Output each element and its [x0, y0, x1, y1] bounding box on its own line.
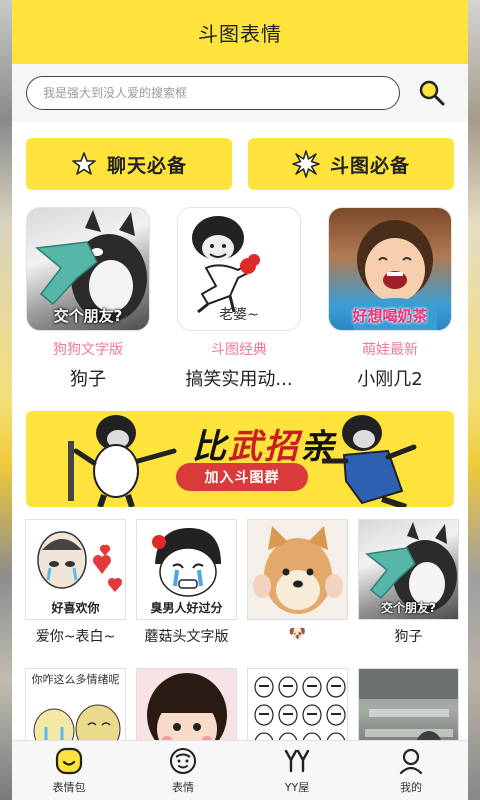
search-input[interactable] [43, 86, 399, 100]
pack-caption: 交个朋友? [53, 307, 123, 325]
pack-caption: 老婆~ [219, 307, 259, 323]
sticker-pack-name: 蘑菇头文字版 [144, 629, 229, 645]
pack-thumbnail: 交个朋友? [26, 207, 150, 331]
search-box[interactable] [26, 76, 400, 110]
join-group-button[interactable]: 加入斗图群 [176, 463, 308, 491]
banner-title-part-2: 武招 [228, 427, 300, 467]
nav-label: YY屋 [284, 781, 310, 794]
sticker-thumbnail: 交个朋友? [358, 519, 459, 620]
sticker-pack-confess[interactable]: 好喜欢你 爱你~表白~ [25, 519, 126, 646]
chat-essentials-button[interactable]: 聊天必备 [26, 138, 232, 190]
featured-pack-kid[interactable]: 好想喝奶茶 萌娃最新 小刚几2 [328, 207, 452, 391]
pack-caption: 好想喝奶茶 [352, 307, 428, 325]
app-title: 斗图表情 [198, 21, 282, 46]
star-outline-icon [72, 152, 96, 175]
pack-name: 小刚几2 [357, 369, 423, 390]
sticker-caption: 好喜欢你 [51, 601, 100, 615]
sticker-pack-mushroom[interactable]: 臭男人好过分 蘑菇头文字版 [136, 519, 237, 646]
shiba-dog-image [253, 526, 343, 614]
panda-fighter-right-image [322, 415, 417, 507]
bottom-nav: 表情包 表情 YY屋 我的 [12, 740, 468, 800]
pack-thumbnail: 好想喝奶茶 [328, 207, 452, 331]
pack-name: 狗子 [70, 369, 106, 390]
sticker-pack-name: 狗子 [394, 629, 423, 645]
banner-title-part-1: 比 [192, 427, 228, 467]
featured-pack-classic[interactable]: 老婆~ 斗图经典 搞笑实用动... [177, 207, 301, 391]
nav-label: 表情包 [52, 781, 86, 794]
nav-label: 我的 [400, 781, 422, 794]
meme-battle-button[interactable]: 斗图必备 [248, 138, 454, 190]
yy-icon [284, 749, 310, 773]
featured-packs: 交个朋友? 狗狗文字版 狗子 老婆~ 斗图经典 搞笑实用动... 好想喝奶茶 萌… [12, 190, 468, 391]
pack-name: 搞笑实用动... [185, 369, 293, 390]
sticker-pack-name: 🐶 [288, 626, 307, 642]
sticker-pack-husky[interactable]: 交个朋友? 狗子 [358, 519, 459, 646]
featured-pack-dog[interactable]: 交个朋友? 狗狗文字版 狗子 [26, 207, 150, 391]
nav-tab-emoji[interactable]: 表情 [126, 741, 240, 800]
sticker-thumbnail [247, 519, 348, 620]
sticker-pack-name: 爱你~表白~ [35, 629, 116, 645]
nav-tab-stickers[interactable]: 表情包 [12, 741, 126, 800]
search-icon [419, 80, 445, 106]
meme-battle-label: 斗图必备 [329, 154, 410, 177]
pack-tag: 狗狗文字版 [53, 342, 123, 358]
background-strip-left [0, 0, 12, 800]
burst-icon [292, 150, 320, 178]
sticker-thumbnail: 好喜欢你 [25, 519, 126, 620]
pack-tag: 萌娃最新 [362, 342, 418, 358]
banner-title: 比武招亲 [192, 419, 336, 468]
sticker-caption: 交个朋友? [381, 601, 436, 615]
sticker-caption: 臭男人好过分 [150, 601, 223, 615]
sticker-grid-row-1: 好喜欢你 爱你~表白~ 臭男人好过分 蘑菇头文字版 🐶 交个朋友? 狗子 [12, 507, 468, 646]
sticker-thumbnail: 臭男人好过分 [136, 519, 237, 620]
nav-tab-yy-house[interactable]: YY屋 [240, 741, 354, 800]
smile-face-icon [55, 747, 83, 775]
app-screen: 斗图表情 聊天必备 斗图必备 [12, 0, 468, 800]
panda-fighter-left-image [68, 415, 177, 507]
app-bar: 斗图表情 [12, 0, 468, 64]
person-icon [399, 748, 423, 775]
background-strip-right [468, 0, 480, 800]
nav-label: 表情 [172, 781, 194, 794]
search-button[interactable] [418, 79, 446, 107]
face-icon [170, 748, 196, 774]
sticker-pack-shiba[interactable]: 🐶 [247, 519, 348, 646]
pack-tag: 斗图经典 [211, 342, 267, 358]
join-group-banner[interactable]: 比武招亲 加入斗图群 [26, 411, 454, 507]
search-bar [12, 64, 468, 122]
nav-tab-profile[interactable]: 我的 [354, 741, 468, 800]
chat-essentials-label: 聊天必备 [106, 154, 187, 177]
category-buttons: 聊天必备 斗图必备 [12, 122, 468, 190]
pack-thumbnail: 老婆~ [177, 207, 301, 331]
